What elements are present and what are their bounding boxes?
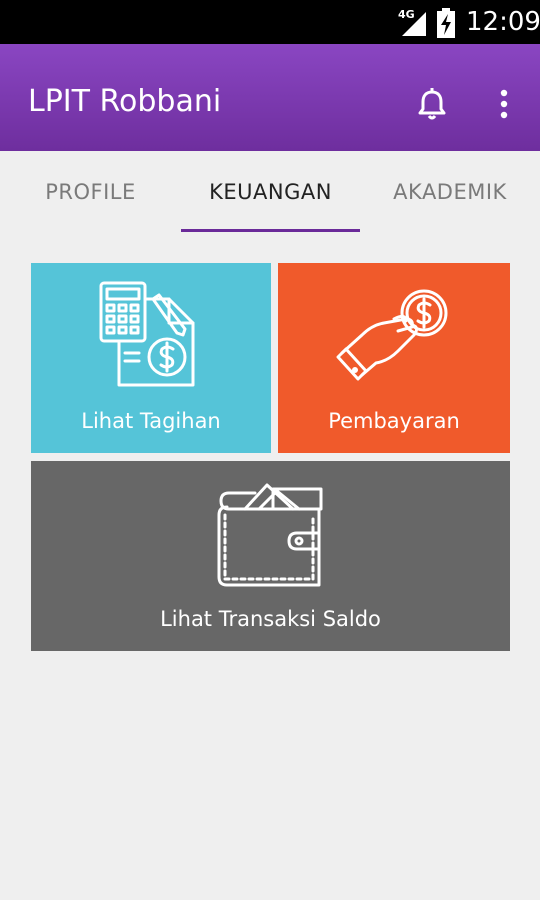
bell-icon: [418, 88, 446, 120]
tab-akademik[interactable]: AKADEMIK: [360, 151, 540, 233]
app-bar: LPIT Robbani: [0, 44, 540, 151]
pembayaran-tile[interactable]: Pembayaran: [278, 263, 510, 453]
lihat-transaksi-saldo-label: Lihat Transaksi Saldo: [160, 607, 381, 631]
app-title: LPIT Robbani: [28, 84, 222, 119]
lihat-tagihan-tile[interactable]: Lihat Tagihan: [31, 263, 271, 453]
signal-icon: [402, 12, 426, 36]
battery-charging-icon: [437, 8, 455, 38]
overflow-menu-button[interactable]: [484, 84, 524, 124]
active-tab-indicator: [181, 229, 360, 232]
tab-bar: PROFILE KEUANGAN AKADEMIK: [0, 151, 540, 233]
wallet-icon: [217, 483, 323, 587]
clock: 12:09: [466, 7, 540, 37]
calculator-invoice-icon: [99, 281, 195, 387]
lihat-tagihan-label: Lihat Tagihan: [81, 409, 221, 433]
lihat-transaksi-saldo-tile[interactable]: Lihat Transaksi Saldo: [31, 461, 510, 651]
more-vert-icon: [500, 89, 508, 119]
pembayaran-label: Pembayaran: [328, 409, 460, 433]
hand-coin-icon: [336, 289, 448, 381]
notification-button[interactable]: [412, 84, 452, 124]
tab-profile[interactable]: PROFILE: [0, 151, 181, 233]
tab-keuangan[interactable]: KEUANGAN: [181, 151, 360, 233]
status-bar: 4G 12:09: [0, 0, 540, 44]
